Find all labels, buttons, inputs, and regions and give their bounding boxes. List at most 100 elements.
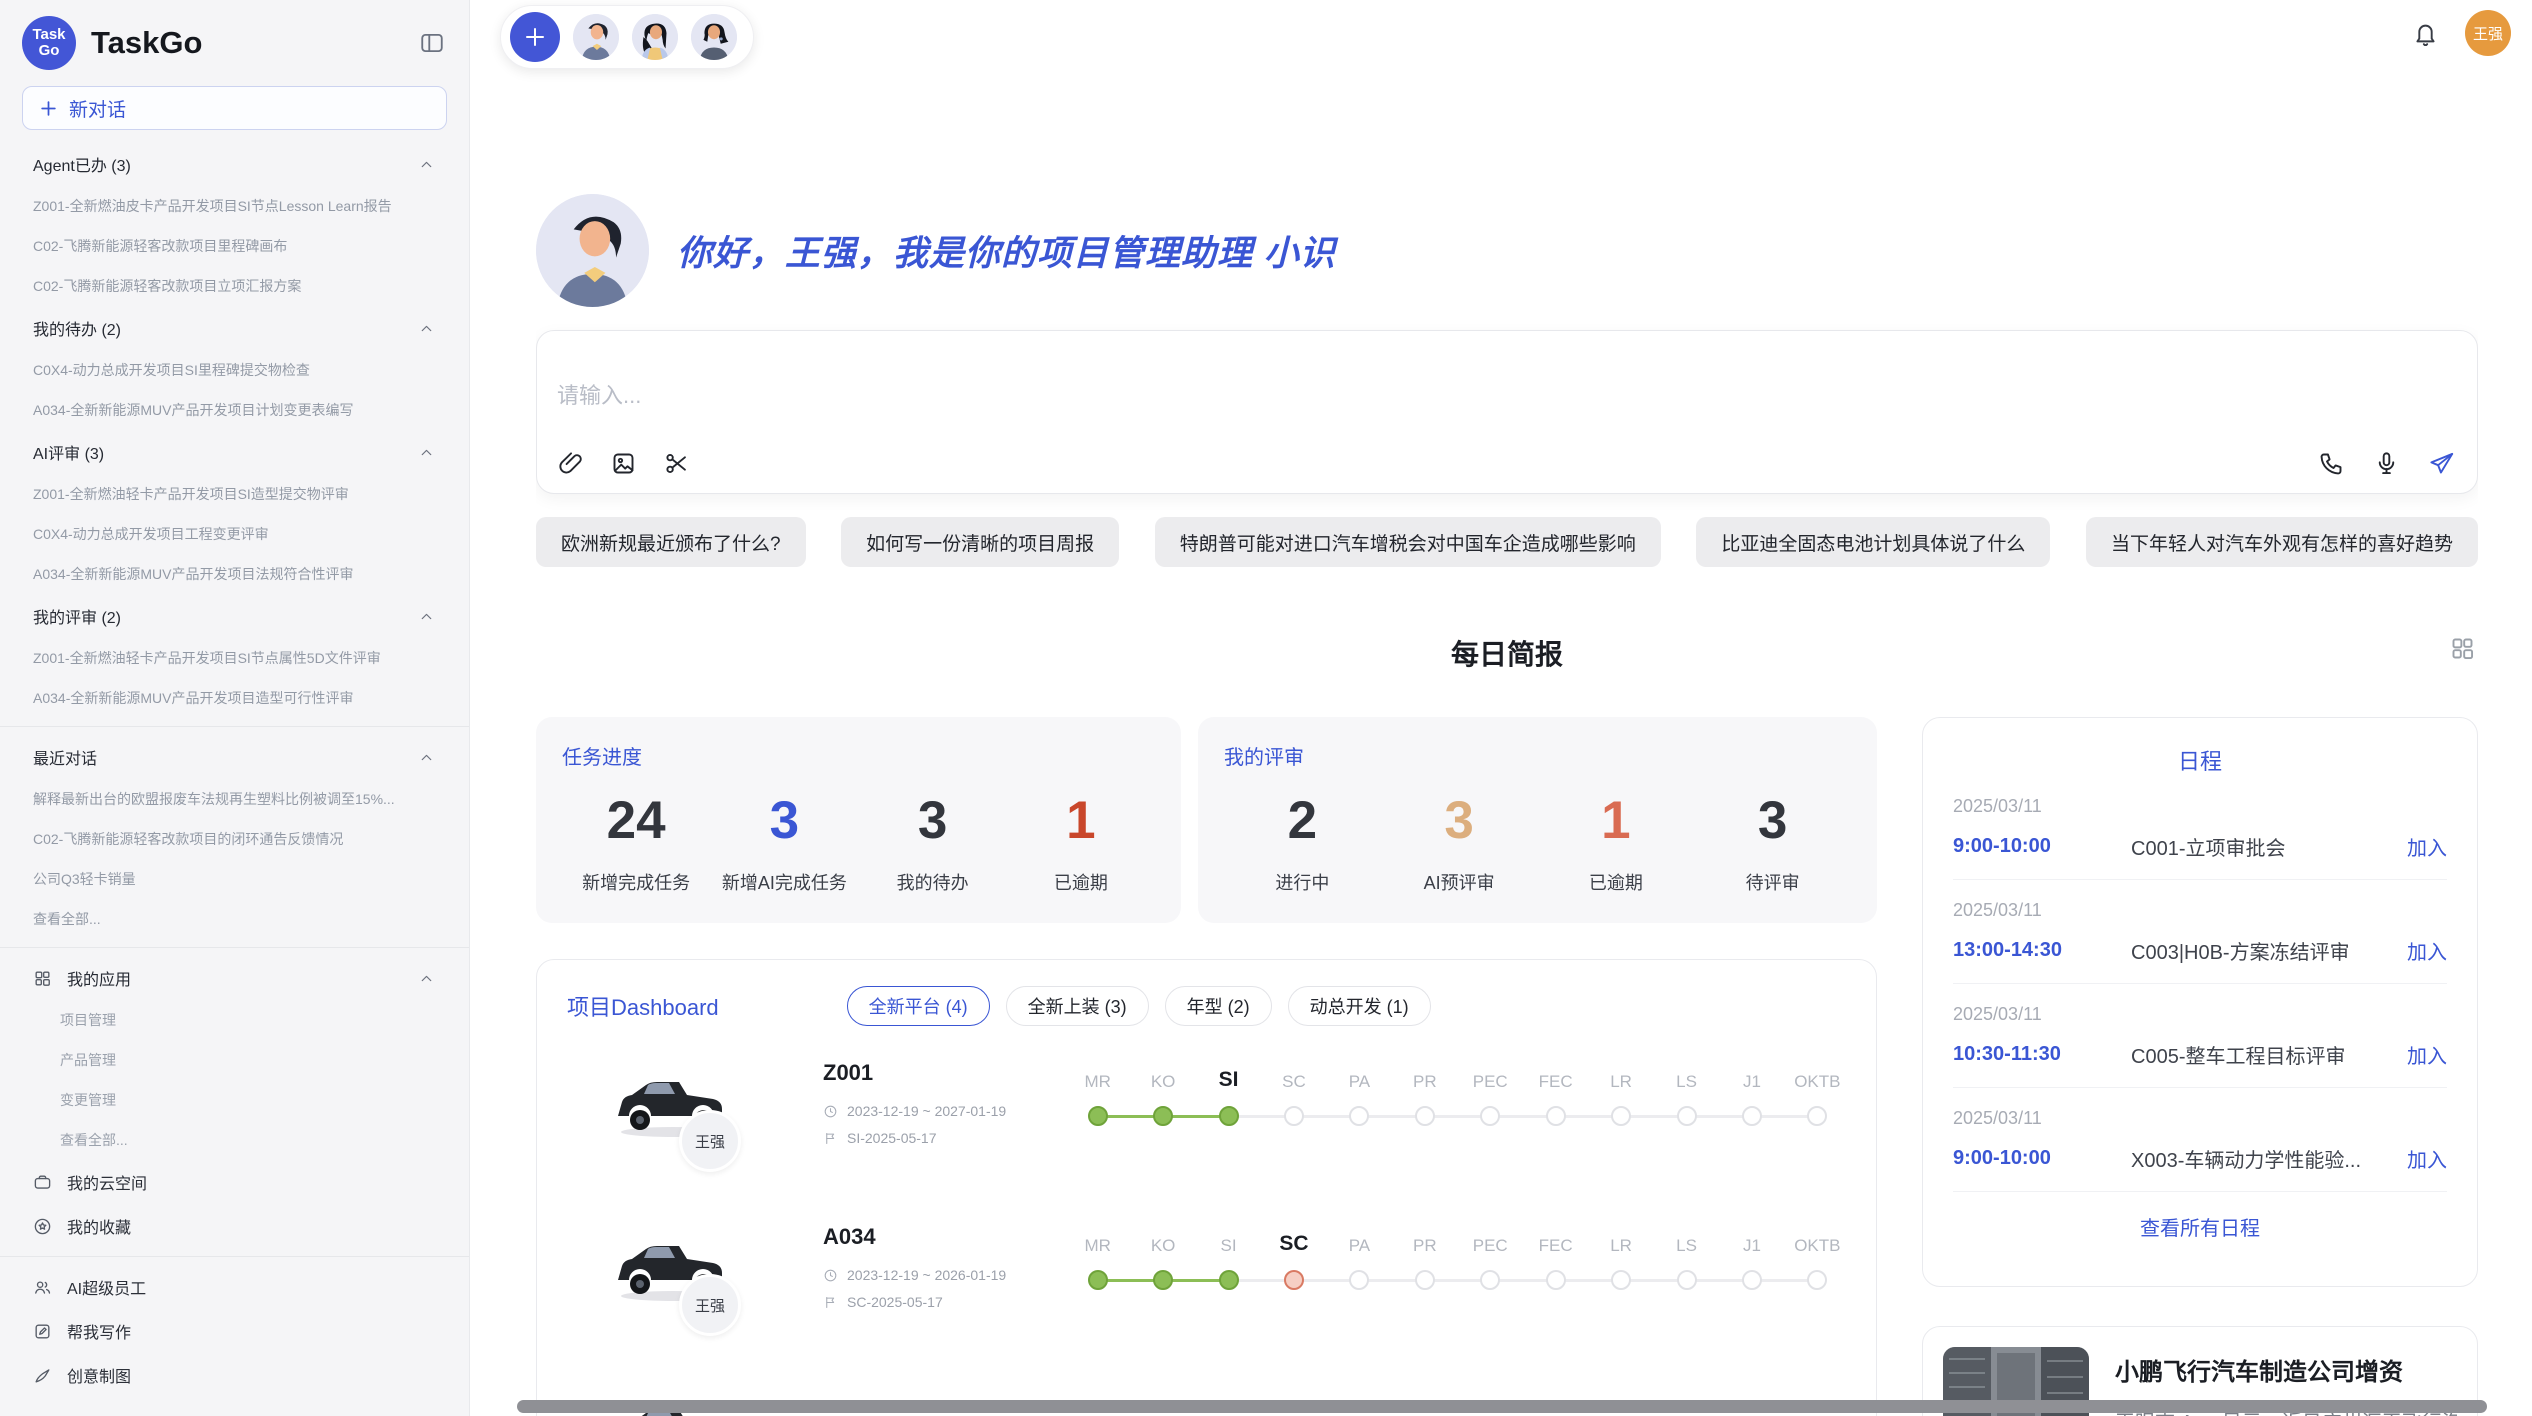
- section-header[interactable]: 我的待办 (2): [0, 306, 469, 350]
- suggestion-chip[interactable]: 比亚迪全固态电池计划具体说了什么: [1696, 517, 2050, 567]
- notifications-button[interactable]: [2412, 20, 2439, 47]
- sidebar-item-creative-drawing[interactable]: 创意制图: [0, 1353, 469, 1397]
- attach-button[interactable]: [557, 450, 584, 477]
- sidebar-task-item[interactable]: Z001-全新燃油皮卡产品开发项目SI节点Lesson Learn报告: [0, 186, 469, 226]
- sidebar-item-favorites[interactable]: 我的收藏: [0, 1204, 469, 1248]
- sidebar-app-item[interactable]: 产品管理: [0, 1040, 469, 1080]
- section-items: Z001-全新燃油轻卡产品开发项目SI节点属性5D文件评审A034-全新新能源M…: [0, 638, 469, 718]
- dashboard-filter-tab[interactable]: 年型 (2): [1165, 986, 1272, 1026]
- chat-input-card: [536, 330, 2478, 494]
- sidebar-task-item[interactable]: C0X4-动力总成开发项目工程变更评审: [0, 514, 469, 554]
- section-header[interactable]: 我的评审 (2): [0, 594, 469, 638]
- project-node: SI-2025-05-17: [823, 1130, 1053, 1146]
- sidebar-task-item[interactable]: Z001-全新燃油轻卡产品开发项目SI节点属性5D文件评审: [0, 638, 469, 678]
- add-member-button[interactable]: [510, 12, 560, 62]
- section-header[interactable]: 我的应用: [0, 956, 469, 1000]
- recent-conversation-item[interactable]: C02-飞腾新能源轻客改款项目的闭环通告反馈情况: [0, 819, 469, 859]
- dashboard-filter-tab[interactable]: 全新平台 (4): [847, 986, 990, 1026]
- milestone-dot: [1415, 1106, 1435, 1126]
- left-column: 任务进度 24 新增完成任务 3 新增AI完成任务 3: [536, 717, 1877, 1416]
- milestone-dot: [1284, 1106, 1304, 1126]
- project-row[interactable]: 王强 A034 2023-12-19 ~ 2026-01-19: [567, 1218, 1850, 1368]
- project-list: 王强 Z001 2023-12-19 ~ 2027-01-19: [567, 1054, 1850, 1416]
- milestone: FEC: [1523, 1058, 1588, 1126]
- stat-value: 2: [1224, 790, 1381, 851]
- briefing-layout-button[interactable]: [2449, 635, 2476, 662]
- schedule-item: 2025/03/11 9:00-10:00 C001-立项审批会 加入: [1953, 776, 2447, 880]
- main-content: 你好，王强，我是你的项目管理助理 小识 欧洲新规最近颁布了什么?如何写一份清晰的…: [536, 0, 2478, 1416]
- sidebar-task-item[interactable]: C02-飞腾新能源轻客改款项目立项汇报方案: [0, 266, 469, 306]
- voice-call-button[interactable]: [2318, 450, 2345, 477]
- sidebar-task-item[interactable]: C02-飞腾新能源轻客改款项目里程碑画布: [0, 226, 469, 266]
- section-header[interactable]: Agent已办 (3): [0, 142, 469, 186]
- member-avatar-3[interactable]: [691, 14, 737, 60]
- sidebar-item-help-me-write[interactable]: 帮我写作: [0, 1309, 469, 1353]
- send-button[interactable]: [2428, 450, 2455, 477]
- join-meeting-link[interactable]: 加入: [2407, 1144, 2447, 1173]
- schedule-event-title: C001-立项审批会: [2131, 832, 2407, 861]
- milestone-label: MR: [1084, 1222, 1110, 1256]
- sidebar-app-item[interactable]: 变更管理: [0, 1080, 469, 1120]
- milestone-dot: [1349, 1270, 1369, 1290]
- sidebar-collapse-button[interactable]: [415, 26, 449, 60]
- stat-value: 3: [1381, 790, 1538, 851]
- dashboard-filter-tab[interactable]: 全新上装 (3): [1006, 986, 1149, 1026]
- join-meeting-link[interactable]: 加入: [2407, 1040, 2447, 1069]
- microphone-button[interactable]: [2373, 450, 2400, 477]
- milestone-label: PA: [1349, 1222, 1370, 1256]
- section-header[interactable]: AI评审 (3): [0, 430, 469, 474]
- suggestion-chip[interactable]: 特朗普可能对进口汽车增税会对中国车企造成哪些影响: [1155, 517, 1661, 567]
- join-meeting-link[interactable]: 加入: [2407, 936, 2447, 965]
- stat-value: 3: [710, 790, 858, 851]
- member-avatar-2[interactable]: [632, 14, 678, 60]
- image-icon: [610, 450, 637, 477]
- schedule-date: 2025/03/11: [1953, 1004, 2447, 1025]
- sidebar-task-item[interactable]: A034-全新新能源MUV产品开发项目造型可行性评审: [0, 678, 469, 718]
- bell-icon: [2412, 20, 2439, 47]
- new-chat-button[interactable]: 新对话: [22, 86, 447, 130]
- milestone-label: SC: [1282, 1058, 1306, 1092]
- view-all-schedule-link[interactable]: 查看所有日程: [2140, 1212, 2260, 1241]
- sidebar-header: Task Go TaskGo: [0, 0, 469, 78]
- sidebar-task-item[interactable]: Z001-全新燃油轻卡产品开发项目SI造型提交物评审: [0, 474, 469, 514]
- sidebar-app-item[interactable]: 项目管理: [0, 1000, 469, 1040]
- milestone: PR: [1392, 1058, 1457, 1126]
- chevron-up-icon: [418, 444, 435, 461]
- stat-grid: 2 进行中 3 AI预评审 1 已逾期 3 待: [1224, 790, 1851, 895]
- sidebar-section: Agent已办 (3) Z001-全新燃油皮卡产品开发项目SI节点Lesson …: [0, 142, 469, 306]
- image-upload-button[interactable]: [610, 450, 637, 477]
- milestone-label: PEC: [1473, 1058, 1508, 1092]
- section-header[interactable]: 最近对话: [0, 735, 469, 779]
- suggestion-chip[interactable]: 当下年轻人对汽车外观有怎样的喜好趋势: [2086, 517, 2478, 567]
- horizontal-scrollbar[interactable]: [517, 1400, 2487, 1413]
- project-dates: 2023-12-19 ~ 2026-01-19: [823, 1267, 1053, 1283]
- stat-label: AI预评审: [1381, 869, 1538, 895]
- milestone-label: FEC: [1539, 1058, 1573, 1092]
- microphone-icon: [2373, 450, 2400, 477]
- project-row[interactable]: 王强 Z001 2023-12-19 ~ 2027-01-19: [567, 1054, 1850, 1204]
- right-column: 日程 2025/03/11 9:00-10:00 C001-立项审批会 加入: [1922, 717, 2478, 1416]
- snip-button[interactable]: [663, 450, 690, 477]
- milestone-label: J1: [1743, 1058, 1761, 1092]
- sidebar-app-item[interactable]: 查看全部...: [0, 1120, 469, 1160]
- recent-conversation-item[interactable]: 解释最新出台的欧盟报废车法规再生塑料比例被调至15%...: [0, 779, 469, 819]
- milestone-dot: [1546, 1106, 1566, 1126]
- suggestion-chip[interactable]: 如何写一份清晰的项目周报: [841, 517, 1119, 567]
- sidebar-task-item[interactable]: C0X4-动力总成开发项目SI里程碑提交物检查: [0, 350, 469, 390]
- sidebar-item-ai-super-staff[interactable]: AI超级员工: [0, 1265, 469, 1309]
- milestone-dot: [1611, 1106, 1631, 1126]
- sidebar-task-item[interactable]: A034-全新新能源MUV产品开发项目法规符合性评审: [0, 554, 469, 594]
- link-label: AI超级员工: [67, 1275, 435, 1299]
- dashboard-filter-tab[interactable]: 动总开发 (1): [1288, 986, 1431, 1026]
- milestone-dot: [1611, 1270, 1631, 1290]
- join-meeting-link[interactable]: 加入: [2407, 832, 2447, 861]
- milestone-label: SI: [1221, 1222, 1237, 1256]
- sidebar-item-cloud-space[interactable]: 我的云空间: [0, 1160, 469, 1204]
- suggestion-chip[interactable]: 欧洲新规最近颁布了什么?: [536, 517, 806, 567]
- chat-input[interactable]: [557, 383, 2457, 409]
- recent-conversation-item[interactable]: 公司Q3轻卡销量: [0, 859, 469, 899]
- user-avatar[interactable]: 王强: [2465, 10, 2511, 56]
- sidebar-task-item[interactable]: A034-全新新能源MUV产品开发项目计划变更表编写: [0, 390, 469, 430]
- recent-conversation-item[interactable]: 查看全部...: [0, 899, 469, 939]
- member-avatar-1[interactable]: [573, 14, 619, 60]
